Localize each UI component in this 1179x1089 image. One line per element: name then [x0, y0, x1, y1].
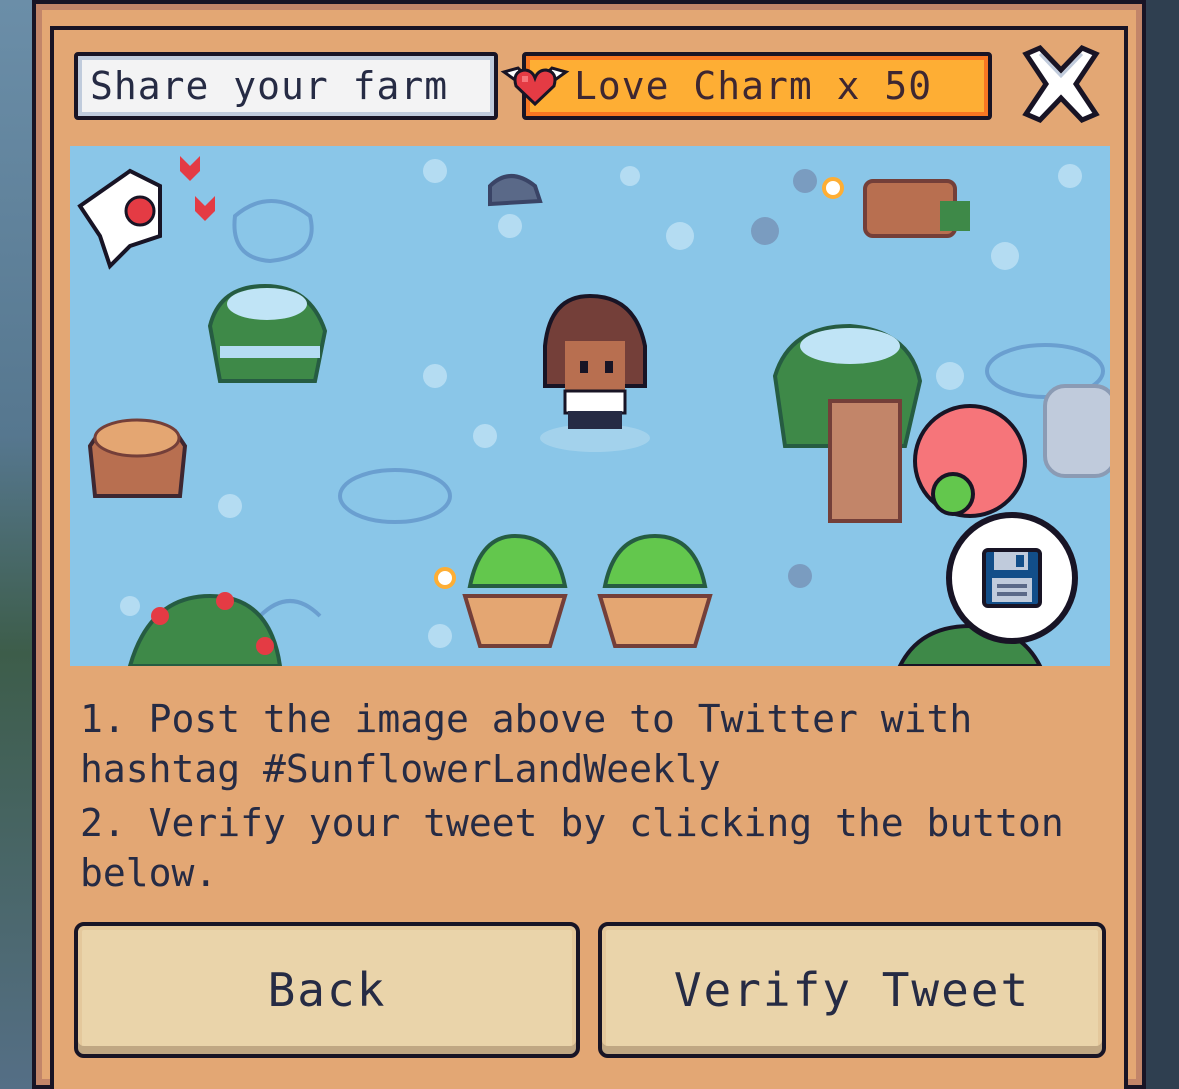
floppy-disk-icon: [974, 540, 1050, 616]
verify-tweet-button-label: Verify Tweet: [673, 963, 1031, 1017]
log-sprite: [863, 179, 970, 238]
back-button-label: Back: [267, 963, 387, 1017]
instruction-step-1: 1. Post the image above to Twitter with …: [80, 697, 973, 791]
save-image-button[interactable]: [946, 512, 1078, 644]
close-button[interactable]: [1016, 42, 1106, 126]
close-icon: [1022, 45, 1100, 123]
sign-post-sprite: [828, 399, 902, 523]
tree-stump-sprite: [87, 418, 188, 498]
back-button[interactable]: Back: [74, 922, 580, 1058]
instruction-step-2: 2. Verify your tweet by clicking the but…: [80, 801, 1064, 895]
player-character: [540, 293, 650, 452]
love-charm-badge: Love Charm x 50: [522, 52, 992, 120]
love-charm-label: Love Charm x 50: [574, 64, 933, 108]
verify-tweet-button[interactable]: Verify Tweet: [598, 922, 1106, 1058]
share-farm-label: Share your farm: [90, 64, 449, 108]
winged-heart-icon: [500, 58, 570, 110]
instructions-text: 1. Post the image above to Twitter with …: [80, 694, 1080, 902]
share-farm-tab[interactable]: Share your farm: [74, 52, 498, 120]
snowy-bush-sprite: [207, 283, 328, 383]
pink-flower-sprite: [913, 404, 1027, 518]
